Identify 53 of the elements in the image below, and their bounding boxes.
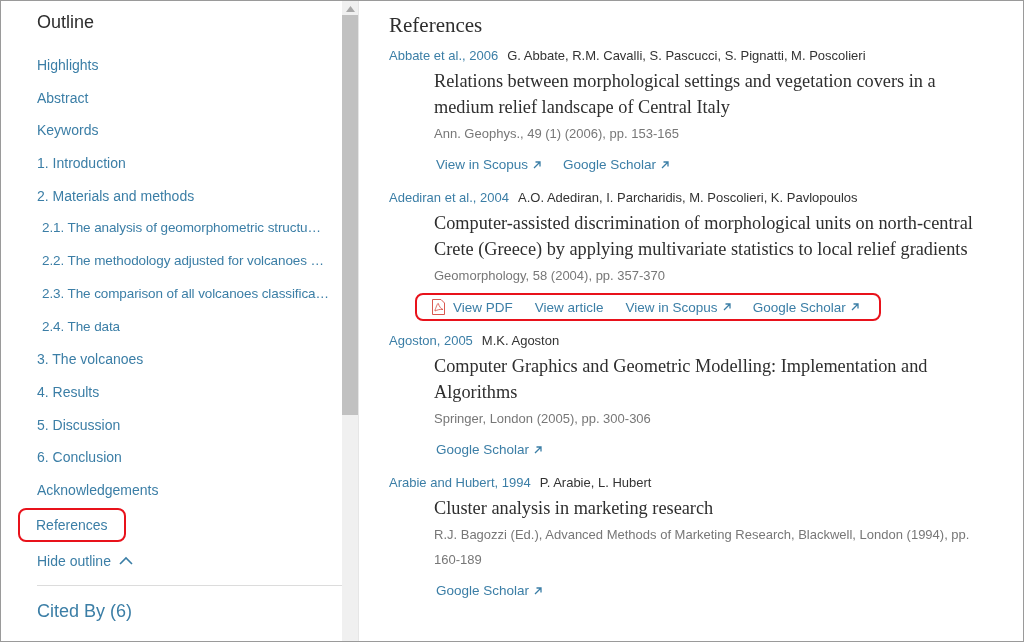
hide-outline-link[interactable]: Hide outline <box>37 552 133 569</box>
external-link-icon <box>534 586 543 595</box>
scroll-up-icon[interactable] <box>345 6 355 12</box>
view-article-link[interactable]: View article <box>534 299 604 315</box>
outline-link[interactable]: Abstract <box>34 85 92 119</box>
reference-source: R.J. Bagozzi (Ed.), Advanced Methods of Marketing Research, Blackwell, London (1994), pp. 160-189 <box>434 526 971 569</box>
external-link[interactable]: Google Scholar <box>563 157 670 172</box>
outline-link[interactable]: Highlights <box>34 53 102 86</box>
reference-authors: P. Arabie, L. Hubert <box>539 475 652 490</box>
chevron-up-icon <box>118 556 133 566</box>
reference-link[interactable]: Abbate et al., 2006 <box>389 48 499 63</box>
reference-title: Relations between morphological settings and vegetation covers in a medium relief landscape of Central Italy <box>434 70 937 119</box>
reference-link[interactable]: Agoston, 2005 <box>389 333 473 348</box>
scrollbar[interactable] <box>342 1 358 641</box>
outline-link[interactable]: 2.1. The analysis of geomorphometric structu… <box>39 216 324 250</box>
reference-authors: A.O. Adediran, I. Parcharidis, M. Poscolieri, K. Pavlopoulos <box>518 190 858 205</box>
external-link-icon <box>534 445 543 454</box>
external-link[interactable]: View in Scopus <box>625 299 731 315</box>
external-link-icon <box>661 160 670 169</box>
references-heading: References <box>389 13 484 38</box>
reference-source: Geomorphology, 58 (2004), pp. 357-370 <box>434 267 667 285</box>
external-link[interactable]: Google Scholar <box>436 442 543 457</box>
scrollbar-thumb[interactable] <box>342 15 358 415</box>
external-link-icon <box>722 303 731 311</box>
reference-authors: M.K. Agoston <box>481 333 560 348</box>
outline-link[interactable]: 2.3. The comparison of all volcanoes classifica… <box>39 281 332 315</box>
pdf-file-icon <box>432 299 445 315</box>
reference-title: Computer Graphics and Geometric Modelling: Implementation and Algorithms <box>434 355 929 404</box>
reference-title: Computer-assisted discrimination of morphological units on north-central Crete (Greece) by applying multivariate statistics to local relief gradients <box>434 212 974 261</box>
outline-link[interactable]: 3. The volcanoes <box>34 347 147 380</box>
external-link-icon <box>533 160 542 169</box>
cited-by-heading[interactable]: Cited By (6) <box>37 600 133 622</box>
reference-source: Springer, London (2005), pp. 300-306 <box>434 410 652 428</box>
external-link-icon <box>850 303 859 311</box>
outline-link[interactable]: References <box>18 507 126 542</box>
view-pdf-link[interactable]: View PDF <box>432 299 513 315</box>
outline-link[interactable]: Keywords <box>34 118 102 152</box>
reference-link[interactable]: Arabie and Hubert, 1994 <box>389 475 531 490</box>
reference-link[interactable]: Adediran et al., 2004 <box>389 190 509 205</box>
outline-link[interactable]: 5. Discussion <box>34 412 124 446</box>
outline-link[interactable]: 2.4. The data <box>39 314 123 348</box>
outline-link[interactable]: 4. Results <box>34 379 103 413</box>
reference-source: Ann. Geophys., 49 (1) (2006), pp. 153-165 <box>434 125 680 143</box>
outline-link[interactable]: 1. Introduction <box>34 151 129 184</box>
reference-title: Cluster analysis in marketing research <box>434 497 715 520</box>
external-link[interactable]: Google Scholar <box>752 299 859 315</box>
outline-title: Outline <box>37 12 95 33</box>
external-link[interactable]: View in Scopus <box>436 157 542 172</box>
outline-link[interactable]: 2.2. The methodology adjusted for volcanoes … <box>39 249 327 282</box>
outline-link[interactable]: 6. Conclusion <box>34 445 125 478</box>
external-link[interactable]: Google Scholar <box>436 583 543 598</box>
outline-link[interactable]: 2. Materials and methods <box>34 183 198 217</box>
reference-authors: G. Abbate, R.M. Cavalli, S. Pascucci, S. Pignatti, M. Poscolieri <box>507 48 866 63</box>
